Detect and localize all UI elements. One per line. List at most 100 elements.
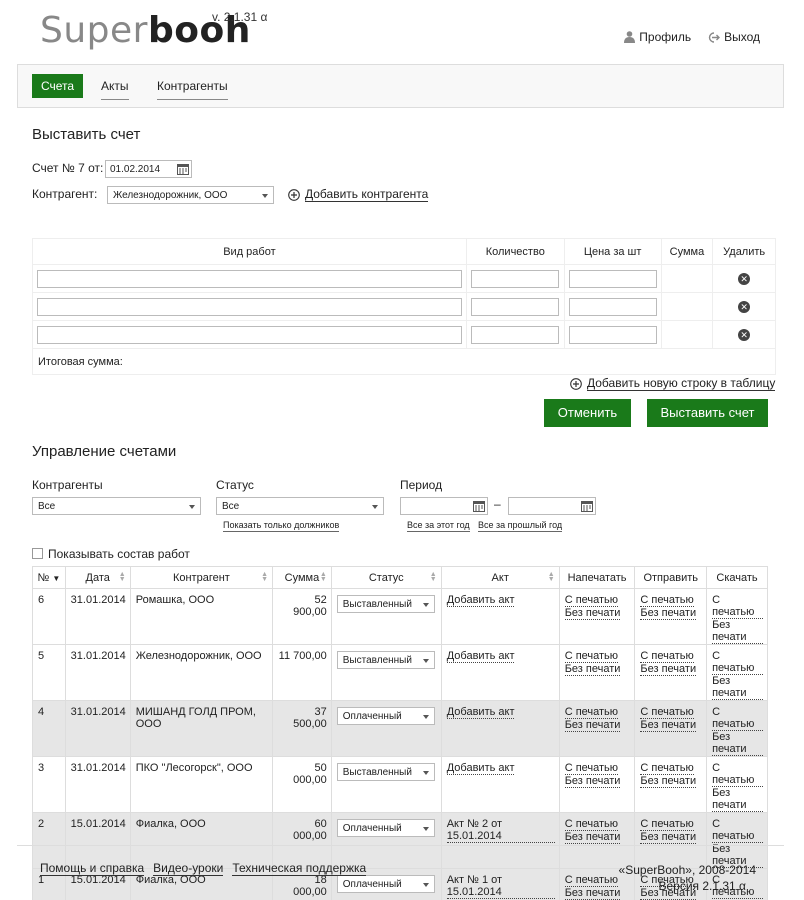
this-year-link[interactable]: Все за этот год	[407, 520, 470, 532]
table-row: 3 31.01.2014 ПКО "Лесогорск", ООО 50 000,00…	[32, 756, 768, 813]
col-num[interactable]: № ▼	[32, 566, 66, 589]
send-with-stamp-link[interactable]: С печатью	[640, 818, 694, 831]
download-with-stamp-link[interactable]: С печатью	[712, 650, 763, 675]
col-date[interactable]: Дата ▲ ▼	[64, 566, 131, 589]
invoice-date-field[interactable]: 01.02.2014	[105, 160, 192, 178]
print-with-stamp-link[interactable]: С печатью	[564, 706, 619, 719]
row-act-link[interactable]: Добавить акт	[446, 706, 515, 719]
row-status-select[interactable]: Выставленный	[336, 595, 435, 613]
row-act-link[interactable]: Добавить акт	[446, 594, 515, 607]
delete-row-icon[interactable]: ✕	[738, 328, 751, 341]
row-act-link[interactable]: Акт № 2 от 15.01.2014	[446, 818, 555, 843]
col-act[interactable]: Акт ▲ ▼	[440, 566, 560, 589]
send-without-stamp-link[interactable]: Без печати	[640, 719, 697, 732]
submit-invoice-button[interactable]: Выставить счет	[647, 399, 768, 427]
send-without-stamp-link[interactable]: Без печати	[640, 607, 697, 620]
calendar-icon[interactable]	[473, 500, 485, 512]
print-without-stamp-link[interactable]: Без печати	[564, 607, 621, 620]
debtors-only-link[interactable]: Показать только должников	[223, 520, 340, 532]
row-status-select[interactable]: Оплаченный	[336, 819, 435, 837]
print-with-stamp-link[interactable]: С печатью	[564, 594, 619, 607]
print-without-stamp-link[interactable]: Без печати	[564, 663, 621, 676]
delete-row-icon[interactable]: ✕	[738, 300, 751, 313]
row-status-value: Выставленный	[342, 767, 412, 778]
print-with-stamp-link[interactable]: С печатью	[564, 650, 619, 663]
download-with-stamp-link[interactable]: С печатью	[712, 818, 763, 843]
sum-cell	[660, 264, 714, 293]
send-without-stamp-link[interactable]: Без печати	[640, 775, 697, 788]
send-with-stamp-link[interactable]: С печатью	[640, 762, 694, 775]
row-act-link[interactable]: Добавить акт	[446, 762, 515, 775]
price-input[interactable]	[568, 325, 657, 344]
row-status-value: Выставленный	[342, 599, 412, 610]
qty-input[interactable]	[471, 325, 560, 344]
filter-status-select[interactable]: Все	[216, 497, 384, 515]
work-input[interactable]	[36, 269, 462, 288]
row-status-select[interactable]: Выставленный	[336, 763, 435, 781]
work-items-table: Вид работ Количество Цена за шт Сумма Уд…	[32, 238, 776, 375]
filter-counterparties-select[interactable]: Все	[32, 497, 201, 515]
print-with-stamp-link[interactable]: С печатью	[564, 874, 619, 887]
print-without-stamp-link[interactable]: Без печати	[564, 887, 621, 900]
add-counterparty-link[interactable]: Добавить контрагента	[288, 187, 429, 202]
profile-link[interactable]: Профиль	[624, 30, 691, 44]
print-without-stamp-link[interactable]: Без печати	[564, 719, 621, 732]
print-with-stamp-link[interactable]: С печатью	[564, 818, 619, 831]
video-tutorials-link[interactable]: Видео-уроки	[153, 861, 224, 876]
price-input[interactable]	[568, 297, 657, 316]
sort-icon: ▲ ▼	[261, 571, 269, 583]
col-counterparty[interactable]: Контрагент ▲ ▼	[129, 566, 274, 589]
col-sum[interactable]: Сумма ▲ ▼	[272, 566, 332, 589]
footer-version: Версия 2.1.31 α	[658, 879, 746, 893]
print-without-stamp-link[interactable]: Без печати	[564, 831, 621, 844]
tab-invoices[interactable]: Счета	[32, 74, 84, 98]
counterparty-select[interactable]: Железнодорожник, ООО	[107, 186, 274, 204]
col-work: Вид работ	[32, 238, 467, 265]
send-without-stamp-link[interactable]: Без печати	[640, 831, 697, 844]
print-with-stamp-link[interactable]: С печатью	[564, 762, 619, 775]
row-status-value: Оплаченный	[342, 711, 402, 722]
tab-acts[interactable]: Акты	[101, 76, 129, 100]
download-without-stamp-link[interactable]: Без печати	[712, 675, 763, 700]
row-act-link[interactable]: Добавить акт	[446, 650, 515, 663]
logout-link[interactable]: Выход	[707, 30, 760, 44]
download-with-stamp-link[interactable]: С печатью	[712, 762, 763, 787]
send-with-stamp-link[interactable]: С печатью	[640, 594, 694, 607]
calendar-icon[interactable]	[581, 500, 593, 512]
support-link[interactable]: Техническая поддержка	[232, 861, 367, 876]
calendar-icon[interactable]	[177, 163, 189, 175]
cancel-button[interactable]: Отменить	[544, 399, 631, 427]
last-year-link[interactable]: Все за прошлый год	[478, 520, 563, 532]
work-input[interactable]	[36, 325, 462, 344]
row-counterparty: МИШАНД ГОЛД ПРОМ, ООО	[129, 700, 274, 757]
send-with-stamp-link[interactable]: С печатью	[640, 706, 694, 719]
download-with-stamp-link[interactable]: С печатью	[712, 594, 763, 619]
row-status-select[interactable]: Оплаченный	[336, 875, 435, 893]
send-with-stamp-link[interactable]: С печатью	[640, 650, 694, 663]
row-act-link[interactable]: Акт № 1 от 15.01.2014	[446, 874, 555, 899]
qty-input[interactable]	[471, 269, 560, 288]
download-without-stamp-link[interactable]: Без печати	[712, 787, 763, 812]
row-status-select[interactable]: Оплаченный	[336, 707, 435, 725]
sort-icon: ▲ ▼	[547, 571, 555, 583]
help-link[interactable]: Помощь и справка	[40, 861, 145, 876]
delete-row-icon[interactable]: ✕	[738, 272, 751, 285]
show-works-checkbox[interactable]	[32, 548, 43, 559]
logout-icon	[708, 31, 721, 43]
download-without-stamp-link[interactable]: Без печати	[712, 619, 763, 644]
add-row-link[interactable]: Добавить новую строку в таблицу	[570, 376, 776, 391]
tab-counterparties[interactable]: Контрагенты	[157, 76, 228, 100]
row-status-select[interactable]: Выставленный	[336, 651, 435, 669]
print-without-stamp-link[interactable]: Без печати	[564, 775, 621, 788]
work-input[interactable]	[36, 297, 462, 316]
col-status[interactable]: Статус ▲ ▼	[330, 566, 442, 589]
sort-icon: ▲ ▼	[429, 571, 437, 583]
period-from-field[interactable]	[400, 497, 488, 515]
price-input[interactable]	[568, 269, 657, 288]
download-without-stamp-link[interactable]: Без печати	[712, 731, 763, 756]
download-with-stamp-link[interactable]: С печатью	[712, 706, 763, 731]
col-act-label: Акт	[491, 571, 509, 584]
qty-input[interactable]	[471, 297, 560, 316]
send-without-stamp-link[interactable]: Без печати	[640, 663, 697, 676]
period-to-field[interactable]	[508, 497, 596, 515]
